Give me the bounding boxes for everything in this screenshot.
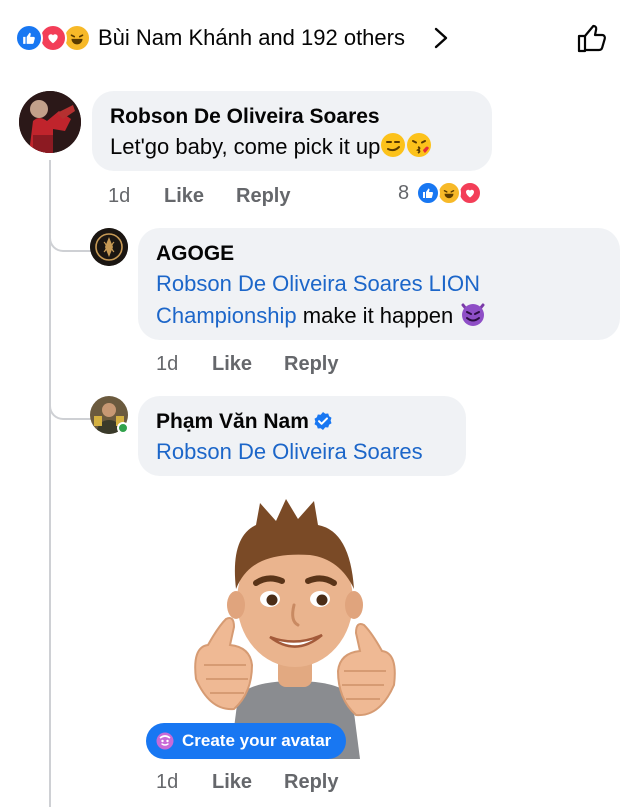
reply-time[interactable]: 1d	[156, 352, 178, 376]
haha-reaction-icon	[437, 181, 461, 205]
love-reaction-icon	[39, 24, 67, 52]
reply-connector	[49, 396, 93, 420]
like-action[interactable]: Like	[164, 184, 204, 208]
love-reaction-icon	[458, 181, 482, 205]
reply-body: make it happen	[302, 303, 454, 328]
reactions-summary-bar[interactable]: Bùi Nam Khánh and 192 others	[0, 0, 640, 76]
reply-author-name[interactable]: Phạm Văn Nam	[156, 410, 309, 433]
like-thumb-icon[interactable]	[574, 20, 610, 56]
reply-text: Robson De Oliveira Soares LION Champions…	[156, 268, 576, 331]
reply-action[interactable]: Reply	[284, 352, 338, 376]
like-reaction-icon	[416, 181, 440, 205]
reply-bubble: AGOGE Robson De Oliveira Soares LION Cha…	[138, 228, 620, 340]
comment-text: Let'go baby, come pick it up	[110, 131, 474, 162]
haha-reaction-icon	[63, 24, 91, 52]
reply-connector	[49, 228, 93, 252]
thread-line	[49, 160, 51, 807]
avatar[interactable]	[19, 91, 81, 153]
avatar-sticker[interactable]	[190, 497, 400, 759]
comment-bubble: Robson De Oliveira Soares Let'go baby, c…	[92, 91, 492, 171]
comment-reactions[interactable]: 8	[398, 180, 498, 208]
reaction-count: 8	[398, 182, 410, 204]
reply-actions: 1d Like Reply	[156, 770, 436, 794]
online-status-dot	[117, 422, 129, 434]
like-action[interactable]: Like	[212, 770, 252, 794]
comment-actions: 1d Like Reply	[108, 184, 388, 208]
comment-body: Let'go baby, come pick it up	[110, 134, 381, 159]
reply-bubble: Phạm Văn Nam Robson De Oliveira Soares	[138, 396, 466, 476]
reply-action[interactable]: Reply	[236, 184, 290, 208]
avatar-face-icon	[156, 732, 174, 750]
avatar[interactable]	[90, 228, 128, 266]
devil-emoji-icon	[461, 303, 485, 326]
comment-author[interactable]: Robson De Oliveira Soares	[110, 103, 474, 131]
reply-actions: 1d Like Reply	[156, 352, 436, 376]
create-avatar-button[interactable]: Create your avatar	[146, 723, 346, 759]
reply-author[interactable]: Phạm Văn Nam	[156, 408, 448, 436]
verified-badge-icon	[314, 412, 332, 430]
like-action[interactable]: Like	[212, 352, 252, 376]
kiss-emoji-icon	[407, 133, 432, 157]
reply-time[interactable]: 1d	[156, 770, 178, 794]
reactors-summary[interactable]: Bùi Nam Khánh and 192 others	[98, 24, 405, 52]
reaction-icons	[15, 24, 97, 52]
mention-link[interactable]: Robson De Oliveira Soares	[156, 439, 423, 464]
reply-author[interactable]: AGOGE	[156, 240, 602, 268]
like-reaction-icon	[15, 24, 43, 52]
create-avatar-label: Create your avatar	[182, 731, 332, 750]
comment-time[interactable]: 1d	[108, 184, 130, 208]
reply-action[interactable]: Reply	[284, 770, 338, 794]
avatar[interactable]	[90, 396, 129, 434]
chevron-right-icon[interactable]	[430, 26, 452, 50]
smirk-emoji-icon	[381, 133, 406, 157]
